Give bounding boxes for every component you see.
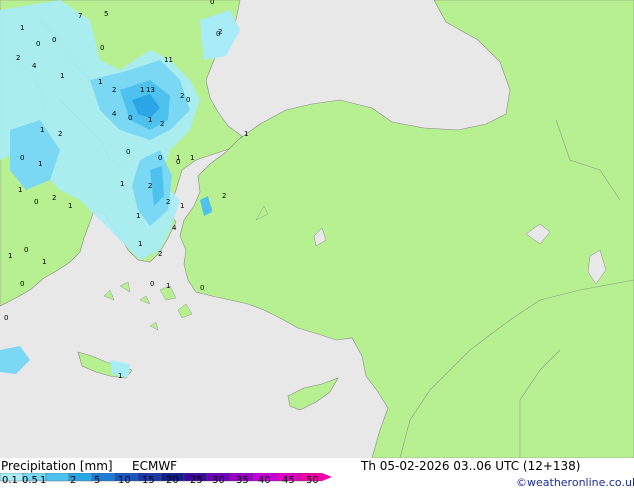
point-value-label: 1 [166,282,170,290]
point-value-label: 0 [24,246,28,254]
point-value-label: 1 [120,180,124,188]
scale-tick-label: 40 [258,475,271,486]
scale-tick-label: 0.5 [22,475,38,486]
point-value-label: 13 [146,86,155,94]
point-value-label: 1 [180,202,184,210]
point-value-label: 2 [16,54,20,62]
scale-tick-label: 15 [142,475,155,486]
point-value-label: 1 [40,126,44,134]
point-value-label: 2 [158,250,162,258]
point-value-label: 1 [38,160,42,168]
point-value-label: 0 [186,96,190,104]
point-value-label: 2 [148,182,152,190]
point-value-label: 1 [60,72,64,80]
scale-tick-label: 1 [40,475,47,486]
point-value-label: 11 [164,56,173,64]
point-value-label: 0 [34,198,38,206]
scale-tick-label: 30 [212,475,225,486]
scale-tick-label: 0.1 [2,475,18,486]
model-name: ECMWF [132,459,178,473]
point-value-label: 7 [78,12,82,20]
point-value-label: 2 [52,194,56,202]
map-canvas: 01245711130 1 2401210210 121101024102120 112… [0,0,634,459]
point-value-label: 1 [140,86,144,94]
scale-tick-label: 10 [118,475,131,486]
point-value-label: 4 [32,62,37,70]
point-value-label: 2 [218,28,222,36]
point-value-label: 2 [160,120,164,128]
point-value-label: 0 [128,114,132,122]
point-value-label: 1 [138,240,142,248]
point-value-label: 4 [172,224,177,232]
point-value-label: 1 [190,154,194,162]
scale-tick-label: 2 [70,475,77,486]
point-value-label: 0 [20,280,24,288]
scale-tick-label: 25 [190,475,203,486]
point-value-label: 1 [18,186,22,194]
point-value-label: 0 [52,36,56,44]
color-scale-ticks: 0.1 0.5 1 2 5 10 15 20 25 30 35 40 45 50 [0,475,340,489]
point-value-label: 0 [150,280,154,288]
point-value-label: 1 [136,212,140,220]
point-value-label: 2 [112,86,116,94]
point-value-label: 0 [4,314,8,322]
precipitation-map: 0 1 2 4 5 7 11 13 0 1 2 4 0 1 2 1 0 2 1 0 1 2 1 1 0 1 0 2 4 1 0 2 1 2 0 1 1 2… [0,0,634,459]
point-value-label: 1 [8,252,12,260]
point-value-label: 0 [210,0,214,6]
scale-tick-label: 5 [94,475,101,486]
point-value-label: 1 [20,24,24,32]
point-value-label: 2 [180,92,184,100]
point-value-label: 1 [244,130,248,138]
point-value-label: 0 [100,44,104,52]
point-value-label: 0 [176,158,180,166]
point-value-label: 5 [104,10,108,18]
scale-tick-label: 35 [236,475,249,486]
point-value-label: 2 [166,198,170,206]
point-value-label: 4 [112,110,117,118]
point-value-label: 0 [126,148,130,156]
point-value-label: 1 [148,116,152,124]
valid-time: Th 05-02-2026 03..06 UTC (12+138) [361,459,581,473]
scale-tick-label: 20 [166,475,179,486]
point-value-label: 1 [118,372,122,380]
point-value-label: 2 [222,192,226,200]
footer-bar: Precipitation [mm] ECMWF Th 05-02-2026 0… [0,458,634,490]
point-value-label: 1 [98,78,102,86]
map-title: Precipitation [mm] [1,459,113,473]
point-value-label: 0 [200,284,204,292]
point-value-label: 1 [42,258,46,266]
point-value-label: 0 [36,40,40,48]
credit-link[interactable]: ©weatheronline.co.uk [516,476,634,489]
scale-tick-label: 45 [282,475,295,486]
point-value-label: 0 [20,154,24,162]
point-value-label: 0 [158,154,162,162]
scale-tick-label: 50 [306,475,319,486]
point-value-label: 2 [58,130,62,138]
point-value-label: 1 [68,202,72,210]
